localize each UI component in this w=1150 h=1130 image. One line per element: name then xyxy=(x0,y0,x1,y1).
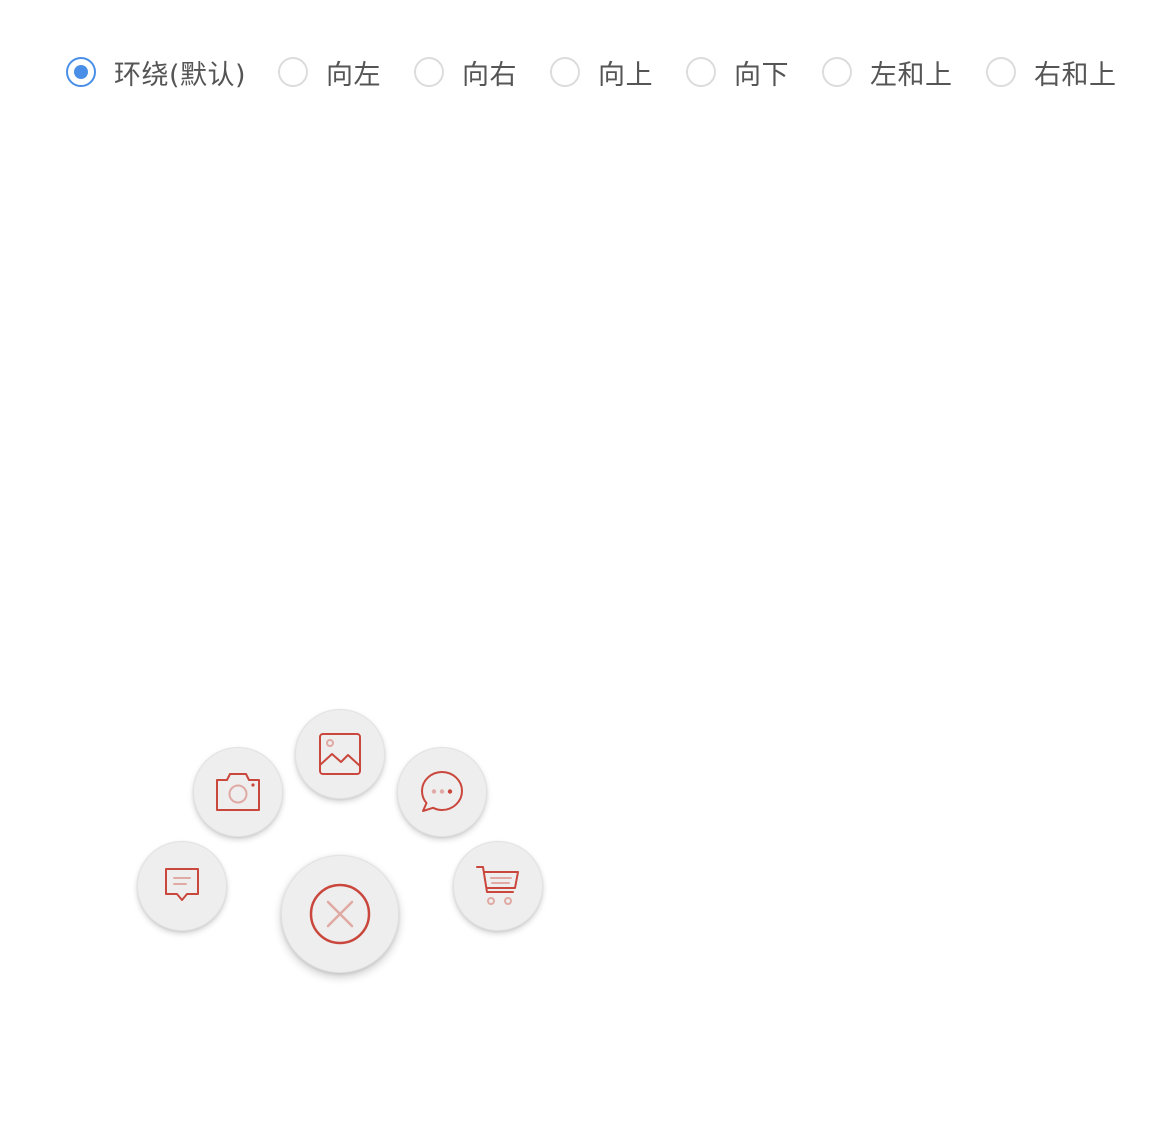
radio-button[interactable] xyxy=(822,57,852,87)
fab-chat-button[interactable] xyxy=(397,747,487,837)
radio-option-left[interactable]: 向左 xyxy=(278,50,381,94)
radio-option-down[interactable]: 向下 xyxy=(686,50,789,94)
radio-button[interactable] xyxy=(278,57,308,87)
radio-button[interactable] xyxy=(686,57,716,87)
radio-label: 向下 xyxy=(734,59,789,91)
radio-label: 向右 xyxy=(462,59,517,91)
camera-icon xyxy=(214,770,262,814)
close-icon xyxy=(308,882,372,946)
fab-image-button[interactable] xyxy=(295,709,385,799)
fab-message-button[interactable] xyxy=(137,841,227,931)
image-icon xyxy=(317,731,363,777)
direction-radio-group: 环绕(默认) 向左 向右 向上 向下 左和上 右和上 xyxy=(0,0,1150,144)
radio-selected-dot xyxy=(74,65,88,79)
cart-icon xyxy=(474,862,522,910)
radio-button[interactable] xyxy=(550,57,580,87)
radio-option-surround[interactable]: 环绕(默认) xyxy=(66,50,246,94)
radio-option-right[interactable]: 向右 xyxy=(414,50,517,94)
message-icon xyxy=(160,864,204,908)
radio-label: 右和上 xyxy=(1034,59,1117,91)
radio-label: 环绕(默认) xyxy=(114,59,247,91)
radio-button[interactable] xyxy=(986,57,1016,87)
radio-label: 向左 xyxy=(326,59,381,91)
chat-bubble-icon xyxy=(418,768,466,816)
fab-camera-button[interactable] xyxy=(193,747,283,837)
radio-option-up[interactable]: 向上 xyxy=(550,50,653,94)
radio-option-left-and-up[interactable]: 左和上 xyxy=(822,50,953,94)
radio-option-right-and-up[interactable]: 右和上 xyxy=(986,50,1117,94)
radio-label: 左和上 xyxy=(870,59,953,91)
fab-cart-button[interactable] xyxy=(453,841,543,931)
radio-label: 向上 xyxy=(598,59,653,91)
radio-button[interactable] xyxy=(66,57,96,87)
fab-main-close-button[interactable] xyxy=(281,855,399,973)
radio-button[interactable] xyxy=(414,57,444,87)
